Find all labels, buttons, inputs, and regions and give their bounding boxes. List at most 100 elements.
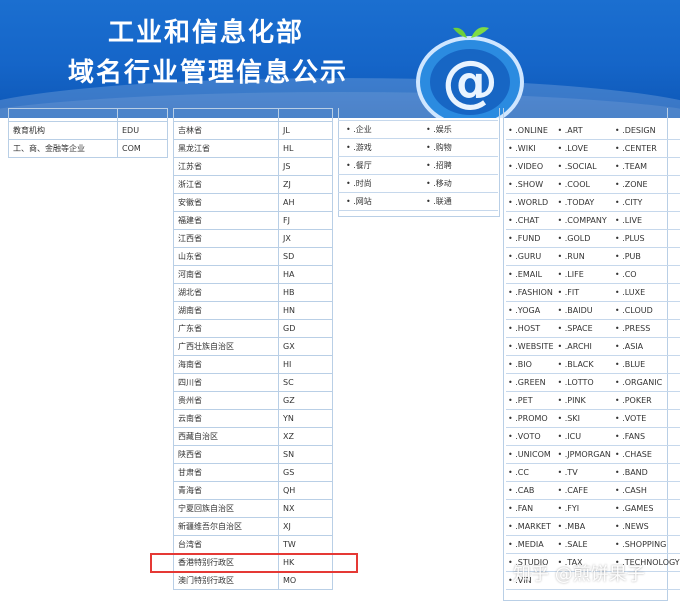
domain-cell: • .GREEN [506, 373, 556, 392]
domain-label: .娱乐 [433, 125, 452, 134]
domain-label: .SHOW [515, 180, 544, 189]
table-row: • .企业 • .娱乐 [338, 120, 498, 139]
domain-cell: • .BIO [506, 355, 556, 374]
domain-cell: • .VOTE [612, 409, 680, 428]
domain-label: .PUB [622, 252, 641, 261]
bullet-icon: • [557, 234, 565, 243]
table-row: 云南省 YN [173, 409, 333, 428]
domain-cell: • .DESIGN [612, 122, 680, 140]
domain-cell: • .CENTER [612, 139, 680, 158]
table-cell [278, 108, 333, 122]
bullet-icon: • [557, 468, 565, 477]
domain-cell: • .PET [506, 391, 556, 410]
domain-cell: • .CHAT [506, 211, 556, 230]
province-code: HB [278, 283, 333, 302]
domain-cell: • .ORGANIC [612, 373, 680, 392]
domain-label: .LOTTO [564, 378, 594, 387]
table-row: 澳门特别行政区 MO [173, 571, 333, 590]
domain-cell: • .SPACE [555, 319, 613, 338]
bullet-icon: • [557, 378, 565, 387]
domain-label: .EMAIL [515, 270, 543, 279]
domain-label: .时尚 [353, 179, 372, 188]
category-code: EDU [117, 121, 168, 140]
province-code: ZJ [278, 175, 333, 194]
province-name: 浙江省 [173, 175, 279, 194]
province-name: 新疆维吾尔自治区 [173, 517, 279, 536]
category-name: 工、商、金融等企业 [8, 139, 118, 158]
table-row: 教育机构 EDU [8, 121, 168, 140]
domain-cell: • .BAND [612, 463, 680, 482]
domain-label: .ZONE [622, 180, 648, 189]
domain-cell: • .FASHION [506, 283, 556, 302]
table-cell [173, 108, 279, 122]
table-row: 湖南省 HN [173, 301, 333, 320]
domain-label: .CHAT [515, 216, 540, 225]
domain-cell: • .SALE [555, 535, 613, 554]
domain-label: .LIFE [564, 270, 584, 279]
bullet-icon: • [557, 342, 565, 351]
domain-cell: • .YOGA [506, 301, 556, 320]
domain-label: .LIVE [622, 216, 643, 225]
domain-label: .BLACK [564, 360, 594, 369]
domain-label: .LOVE [564, 144, 589, 153]
table-row: 江苏省 JS [173, 157, 333, 176]
domain-label: .GURU [515, 252, 542, 261]
table-row: • .VIDEO • .SOCIAL • .TEAM [506, 157, 680, 176]
domain-label: .SHOPPING [622, 540, 667, 549]
domain-cell: • .购物 [418, 138, 498, 157]
domain-cell: • .ARCHI [555, 337, 613, 356]
province-code: SN [278, 445, 333, 464]
bullet-icon: • [557, 396, 565, 405]
domain-label: .ASIA [622, 342, 644, 351]
domain-cell: • .PLUS [612, 229, 680, 248]
domain-cell: • .FIT [555, 283, 613, 302]
province-code: HL [278, 139, 333, 158]
category-table: 教育机构 EDU 工、商、金融等企业 COM [8, 108, 168, 158]
province-name: 广西壮族自治区 [173, 337, 279, 356]
domain-label: .MARKET [515, 522, 551, 531]
domain-cell: • .网站 [338, 192, 418, 211]
province-name: 广东省 [173, 319, 279, 338]
header-banner: 工业和信息化部 域名行业管理信息公示 @ [0, 0, 680, 118]
bullet-icon: • [557, 306, 565, 315]
domain-label: .移动 [433, 179, 452, 188]
domain-label: .ORGANIC [622, 378, 663, 387]
province-name: 甘肃省 [173, 463, 279, 482]
domain-label: .BIO [515, 360, 532, 369]
table-row: • .GREEN • .LOTTO • .ORGANIC [506, 373, 680, 392]
category-code: COM [117, 139, 168, 158]
watermark-text: 知乎 @煎饼果子 [513, 564, 645, 585]
table-row: 青海省 QH [173, 481, 333, 500]
domain-cell: • .FAN [506, 499, 556, 518]
table-row: • .CAB • .CAFE • .CASH [506, 481, 680, 500]
domain-label: .PROMO [515, 414, 548, 423]
domain-label: .CC [515, 468, 529, 477]
province-code: FJ [278, 211, 333, 230]
table-row: • .ONLINE • .ART • .DESIGN [506, 122, 680, 140]
domain-label: .MBA [564, 522, 586, 531]
domain-label: .CITY [622, 198, 643, 207]
domain-cell: • .HOST [506, 319, 556, 338]
province-name: 湖北省 [173, 283, 279, 302]
domain-label: .CENTER [622, 144, 657, 153]
table-row: • .BIO • .BLACK • .BLUE [506, 355, 680, 374]
banner-title-line2: 域名行业管理信息公示 [68, 58, 349, 88]
domain-label: .FUND [515, 234, 541, 243]
province-code: JX [278, 229, 333, 248]
domain-label: .PRESS [622, 324, 651, 333]
province-code: QH [278, 481, 333, 500]
domain-label: .HOST [515, 324, 541, 333]
table-row: 江西省 JX [173, 229, 333, 248]
table-row: 浙江省 ZJ [173, 175, 333, 194]
province-name: 海南省 [173, 355, 279, 374]
domain-cell: • .移动 [418, 174, 498, 193]
table-row: • .PROMO • .SKI • .VOTE [506, 409, 680, 428]
domain-cell: • .EMAIL [506, 265, 556, 284]
domain-cell: • .时尚 [338, 174, 418, 193]
province-name: 陕西省 [173, 445, 279, 464]
table-row: 河南省 HA [173, 265, 333, 284]
domain-cell: • .ASIA [612, 337, 680, 356]
domain-cell: • .WORLD [506, 193, 556, 212]
domain-label: .SALE [564, 540, 588, 549]
table-row: 贵州省 GZ [173, 391, 333, 410]
